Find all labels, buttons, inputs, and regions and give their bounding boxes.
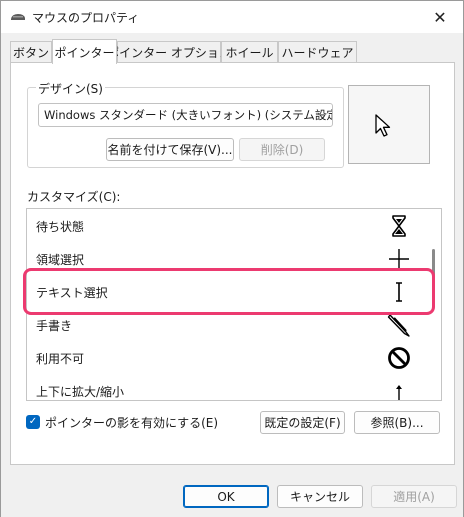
- pointer-shadow-option[interactable]: ✓ ポインターの影を有効にする(E): [26, 412, 218, 432]
- list-item-label: 利用不可: [36, 352, 85, 366]
- cancel-button[interactable]: キャンセル: [277, 485, 363, 508]
- tab-hardware[interactable]: ハードウェア: [278, 41, 357, 63]
- tab-buttons[interactable]: ボタン: [10, 41, 52, 63]
- pointer-shadow-checkbox[interactable]: ✓: [26, 415, 40, 429]
- vertical-resize-icon: [396, 385, 402, 400]
- use-default-button[interactable]: 既定の設定(F): [260, 411, 345, 434]
- list-item-busy[interactable]: 待ち状態: [27, 209, 423, 242]
- design-group-label: デザイン(S): [36, 80, 105, 97]
- list-item-label: 手書き: [36, 319, 73, 333]
- tab-bar: ボタン ポインター ポインター オプション ホイール ハードウェア: [10, 39, 460, 64]
- pen-icon: [387, 314, 410, 337]
- cursor-preview: [348, 85, 430, 164]
- close-icon: ✕: [433, 7, 447, 27]
- delete-button[interactable]: 削除(D): [239, 138, 325, 161]
- hourglass-icon: [392, 215, 406, 237]
- unavailable-icon: [388, 347, 410, 369]
- pointer-shadow-label: ポインターの影を有効にする(E): [45, 415, 219, 430]
- list-item-label: 上下に拡大/縮小: [36, 385, 125, 399]
- list-item-unavailable[interactable]: 利用不可: [27, 341, 423, 374]
- arrow-cursor-icon: [375, 114, 391, 137]
- design-group: デザイン(S) Windows スタンダード (大きいフォント) (システム設定…: [27, 80, 344, 168]
- chevron-down-icon: ⌵: [317, 107, 327, 121]
- window-title: マウスのプロパティ: [32, 11, 140, 25]
- tab-wheel[interactable]: ホイール: [221, 41, 278, 63]
- tab-pointer-options[interactable]: ポインター オプション: [107, 41, 231, 63]
- scheme-select[interactable]: Windows スタンダード (大きいフォント) (システム設定) ⌵: [38, 103, 333, 127]
- checkmark-icon: ✓: [28, 416, 38, 427]
- close-button[interactable]: ✕: [417, 1, 463, 33]
- pointers-panel: デザイン(S) Windows スタンダード (大きいフォント) (システム設定…: [10, 62, 455, 465]
- list-item-label: 領域選択: [36, 253, 85, 267]
- scheme-select-value: Windows スタンダード (大きいフォント) (システム設定): [44, 108, 333, 122]
- browse-button[interactable]: 参照(B)...: [354, 411, 440, 434]
- mouse-app-icon: [11, 14, 25, 20]
- list-item-label: 待ち状態: [36, 220, 85, 234]
- customize-label: カスタマイズ(C):: [27, 190, 121, 204]
- dialog-footer: OK キャンセル 適用(A): [1, 471, 463, 517]
- apply-button[interactable]: 適用(A): [371, 485, 457, 508]
- highlight-annotation: [23, 268, 435, 315]
- ok-button[interactable]: OK: [183, 485, 269, 508]
- tab-pointers[interactable]: ポインター: [52, 39, 117, 64]
- mouse-properties-window: マウスのプロパティ ✕ ボタン ポインター ポインター オプション ホイール ハ…: [0, 0, 464, 517]
- save-as-button[interactable]: 名前を付けて保存(V)...: [106, 138, 234, 161]
- title-bar: マウスのプロパティ ✕: [1, 1, 463, 33]
- list-item-vertical-resize[interactable]: 上下に拡大/縮小: [27, 374, 423, 400]
